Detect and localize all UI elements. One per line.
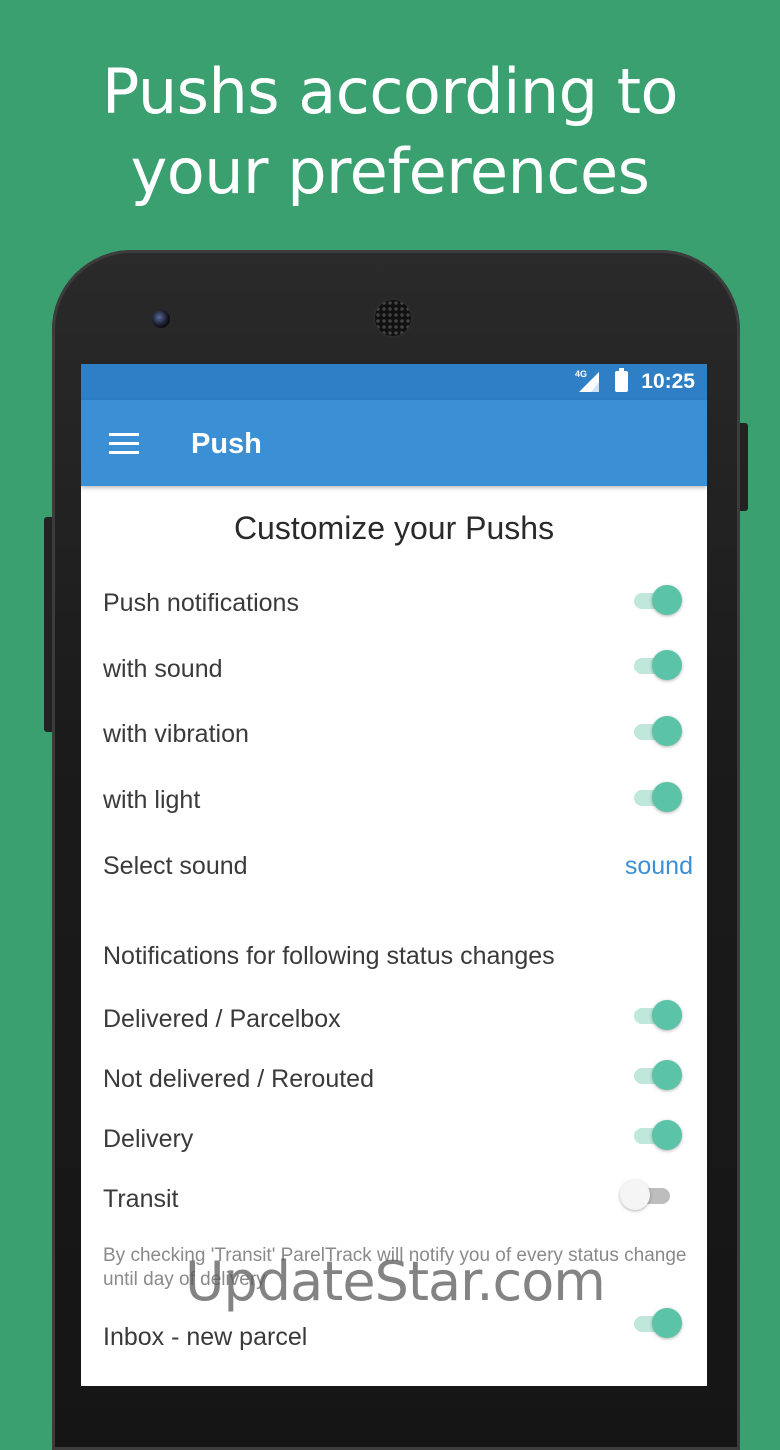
promo-headline: Pushs according to your preferences	[0, 52, 780, 212]
phone-volume-button	[44, 517, 52, 732]
app-bar-title: Push	[191, 428, 262, 460]
push-notifications-toggle[interactable]	[632, 583, 682, 619]
not-delivered-toggle[interactable]	[632, 1058, 682, 1094]
delivery-toggle[interactable]	[632, 1118, 682, 1154]
earpiece-speaker-icon	[375, 300, 411, 336]
status-bar: 4G 10:25	[81, 364, 707, 400]
battery-icon	[615, 368, 628, 392]
signal-icon	[579, 372, 599, 392]
setting-label-with-vibration: with vibration	[103, 720, 249, 748]
setting-label-push-notifications: Push notifications	[103, 589, 299, 617]
setting-label-with-sound: with sound	[103, 655, 223, 683]
app-bar: Push	[81, 400, 707, 486]
status-label-transit: Transit	[103, 1185, 179, 1213]
status-label-delivery: Delivery	[103, 1125, 194, 1153]
select-sound-label: Select sound	[103, 852, 248, 880]
status-label-not-delivered: Not delivered / Rerouted	[103, 1065, 374, 1093]
status-time: 10:25	[641, 370, 695, 393]
phone-screen: 4G 10:25 Push Customize your Pushs Push …	[81, 364, 707, 1386]
status-section-title: Notifications for following status chang…	[103, 942, 555, 970]
inbox-toggle[interactable]	[632, 1306, 682, 1342]
transit-toggle[interactable]	[620, 1178, 682, 1214]
headline-line-1: Pushs according to	[102, 55, 678, 128]
phone-power-button	[740, 423, 748, 511]
inbox-label: Inbox - new parcel	[103, 1323, 308, 1351]
page-title: Customize your Pushs	[233, 510, 555, 546]
front-camera-icon	[152, 310, 170, 328]
delivered-toggle[interactable]	[632, 998, 682, 1034]
light-toggle[interactable]	[632, 780, 682, 816]
setting-label-with-light: with light	[103, 786, 201, 814]
vibration-toggle[interactable]	[632, 714, 682, 750]
status-label-delivered: Delivered / Parcelbox	[103, 1005, 341, 1033]
select-sound-link[interactable]: sound	[625, 852, 693, 881]
hamburger-menu-icon[interactable]	[109, 433, 139, 455]
headline-line-2: your preferences	[130, 135, 650, 208]
watermark: UpdateStar.com	[185, 1250, 606, 1313]
sound-toggle[interactable]	[632, 648, 682, 684]
